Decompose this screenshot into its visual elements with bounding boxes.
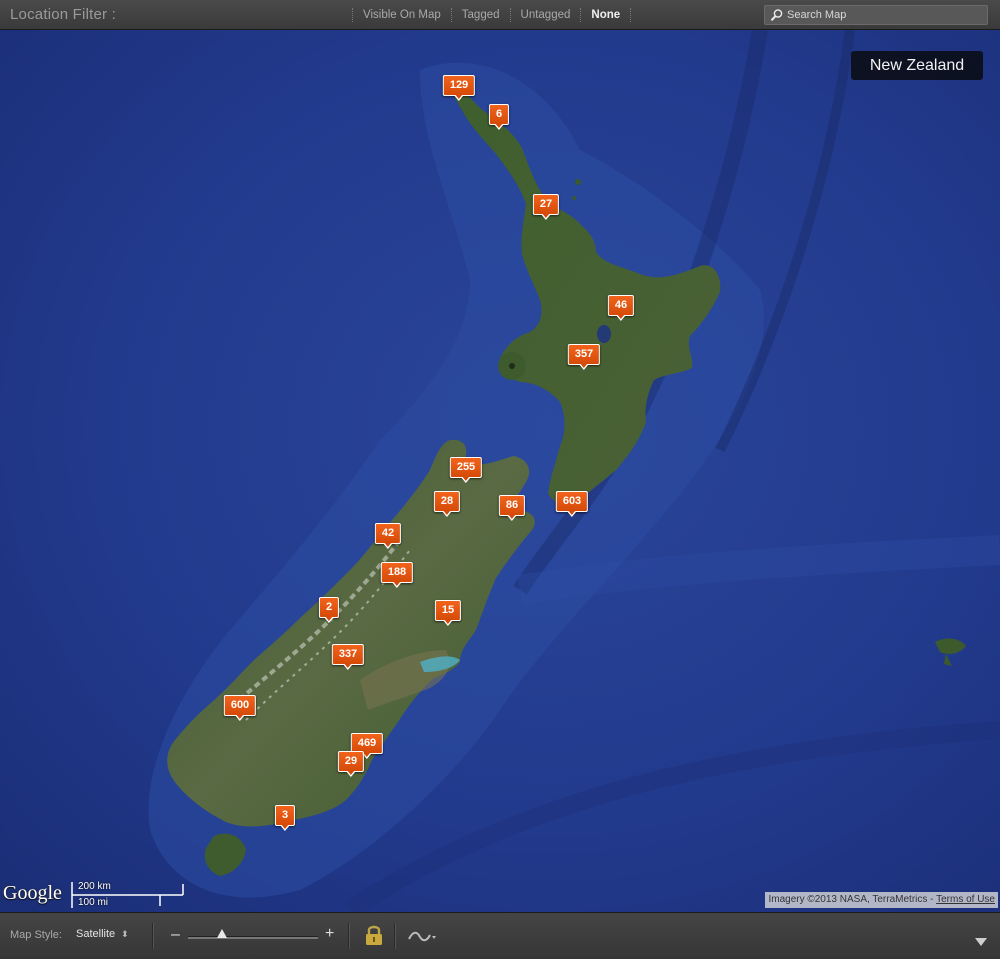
google-logo: Google (3, 882, 62, 904)
photo-cluster-marker[interactable]: 3 (274, 805, 296, 831)
photo-cluster-marker[interactable]: 337 (331, 644, 365, 670)
photo-cluster-marker[interactable]: 15 (434, 600, 462, 626)
toolbar-divider (394, 923, 396, 949)
photo-cluster-marker[interactable]: 42 (374, 523, 402, 549)
photo-cluster-marker[interactable]: 2 (318, 597, 340, 623)
updown-arrows-icon: ⬍ (121, 929, 129, 939)
search-map-input[interactable] (787, 7, 983, 23)
track-log-icon[interactable] (408, 929, 438, 948)
photo-cluster-marker[interactable]: 6 (488, 104, 510, 130)
lock-icon[interactable] (364, 923, 384, 952)
map-view[interactable]: New Zealand 129 6 27 46 357 255 28 86 60… (0, 30, 1000, 912)
search-map-box[interactable] (764, 5, 988, 25)
photo-cluster-marker[interactable]: 255 (449, 457, 483, 483)
location-filter-bar: Location Filter : Visible On Map Tagged … (0, 0, 1000, 30)
photo-cluster-marker[interactable]: 46 (607, 295, 635, 321)
scale-bar: 200 km 100 mi (70, 880, 186, 910)
scale-mi-label: 100 mi (78, 897, 109, 908)
map-style-select[interactable]: Satellite ⬍ (76, 928, 129, 940)
photo-cluster-marker[interactable]: 29 (337, 751, 365, 777)
filter-untagged[interactable]: Untagged (509, 8, 581, 22)
toolbar-divider (152, 923, 154, 949)
filter-visible-on-map[interactable]: Visible On Map (352, 8, 451, 22)
photo-cluster-marker[interactable]: 86 (498, 495, 526, 521)
photo-cluster-marker[interactable]: 188 (380, 562, 414, 588)
photo-cluster-marker[interactable]: 28 (433, 491, 461, 517)
scale-km-label: 200 km (78, 881, 111, 892)
filter-none[interactable]: None (580, 8, 632, 22)
credits-text: Imagery ©2013 NASA, TerraMetrics - (768, 894, 937, 905)
location-filter-title: Location Filter : (10, 6, 116, 23)
photo-cluster-marker[interactable]: 27 (532, 194, 560, 220)
imagery-credits: Imagery ©2013 NASA, TerraMetrics - Terms… (765, 892, 998, 908)
map-style-value: Satellite (76, 928, 116, 940)
search-icon (770, 8, 784, 27)
map-style-label: Map Style: (10, 929, 62, 941)
photo-cluster-marker[interactable]: 357 (567, 344, 601, 370)
photo-cluster-marker[interactable]: 600 (223, 695, 257, 721)
region-label: New Zealand (851, 51, 983, 80)
zoom-in-button[interactable]: + (325, 925, 334, 943)
zoom-out-button[interactable]: – (171, 926, 180, 944)
filter-options: Visible On Map Tagged Untagged None (352, 0, 632, 30)
toolbar-divider (348, 923, 350, 949)
terms-of-use-link[interactable]: Terms of Use (936, 894, 995, 905)
photo-cluster-marker[interactable]: 603 (555, 491, 589, 517)
satellite-map (0, 30, 1000, 912)
filter-tagged[interactable]: Tagged (450, 8, 510, 22)
photo-cluster-marker[interactable]: 129 (442, 75, 476, 101)
dropdown-arrow-icon[interactable] (975, 933, 987, 951)
map-toolbar: Map Style: Satellite ⬍ – + (0, 912, 1000, 959)
zoom-slider-track[interactable] (188, 936, 318, 939)
zoom-slider-thumb[interactable] (217, 929, 227, 938)
